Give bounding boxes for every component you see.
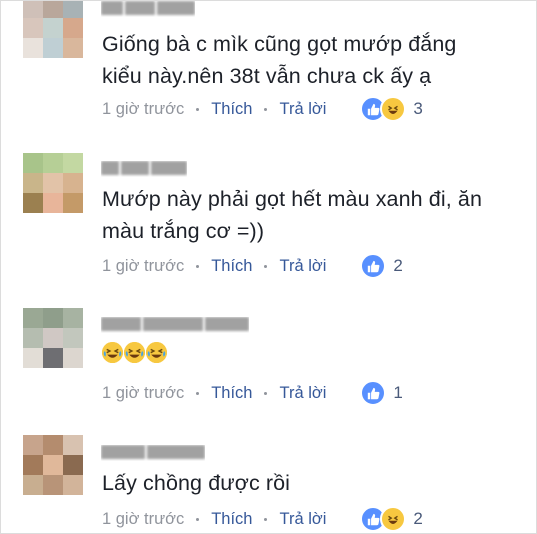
comment-meta: 1 giờ trước Thích Trả lời 2 [102, 506, 423, 532]
comment-emoji-row [102, 342, 167, 363]
reaction-summary[interactable]: 2 [360, 253, 403, 279]
separator-dot [196, 107, 200, 111]
reply-link[interactable]: Trả lời [279, 257, 326, 276]
avatar[interactable] [23, 153, 84, 214]
commenter-name-redacted[interactable] [101, 161, 187, 177]
like-link[interactable]: Thích [211, 510, 252, 529]
reaction-count: 1 [393, 383, 403, 402]
separator-dot [196, 517, 200, 521]
reply-link[interactable]: Trả lời [279, 510, 326, 529]
separator-dot [196, 264, 200, 268]
haha-icon [380, 506, 407, 532]
separator-dot [196, 391, 200, 395]
like-link[interactable]: Thích [211, 384, 252, 403]
reply-link[interactable]: Trả lời [279, 100, 326, 119]
comment-meta: 1 giờ trước Thích Trả lời 2 [102, 253, 403, 279]
comment-meta: 1 giờ trước Thích Trả lời 3 [102, 96, 423, 122]
reaction-count: 2 [393, 256, 403, 275]
reaction-summary[interactable]: 2 [360, 506, 423, 532]
separator-dot [264, 517, 268, 521]
comment-timestamp[interactable]: 1 giờ trước [102, 510, 184, 529]
reaction-count: 3 [413, 99, 423, 118]
comment-timestamp[interactable]: 1 giờ trước [102, 257, 184, 276]
laughing-tears-emoji [102, 342, 123, 363]
like-link[interactable]: Thích [211, 257, 252, 276]
reaction-count: 2 [413, 509, 423, 528]
like-icon [360, 380, 387, 406]
comments-panel: Giống bà c mìk cũng gọt mướp đắng kiểu n… [0, 0, 537, 534]
comment-text-line: kiểu này.nên 38t vẫn chưa ck ấy ạ [102, 64, 432, 88]
reaction-summary[interactable]: 1 [360, 380, 403, 406]
separator-dot [264, 107, 268, 111]
comment-text-line: Mướp này phải gọt hết màu xanh đi, ăn [102, 187, 483, 211]
commenter-name-redacted[interactable] [101, 1, 195, 17]
commenter-name-redacted[interactable] [101, 317, 249, 333]
comment-text-line: Giống bà c mìk cũng gọt mướp đắng [102, 32, 457, 56]
separator-dot [264, 264, 268, 268]
laughing-tears-emoji [124, 342, 145, 363]
comment-text-line: màu trắng cơ =)) [102, 219, 265, 243]
separator-dot [264, 391, 268, 395]
avatar[interactable] [23, 1, 84, 59]
like-icon [360, 253, 387, 279]
avatar[interactable] [23, 308, 84, 369]
comment-text-line: Lấy chồng được rồi [102, 471, 291, 495]
reaction-summary[interactable]: 3 [360, 96, 423, 122]
reply-link[interactable]: Trả lời [279, 384, 326, 403]
comment-timestamp[interactable]: 1 giờ trước [102, 100, 184, 119]
comment-meta: 1 giờ trước Thích Trả lời 1 [102, 380, 403, 406]
haha-icon [380, 96, 407, 122]
like-link[interactable]: Thích [211, 100, 252, 119]
commenter-name-redacted[interactable] [101, 445, 205, 461]
avatar[interactable] [23, 435, 84, 496]
comment-timestamp[interactable]: 1 giờ trước [102, 384, 184, 403]
laughing-tears-emoji [146, 342, 167, 363]
